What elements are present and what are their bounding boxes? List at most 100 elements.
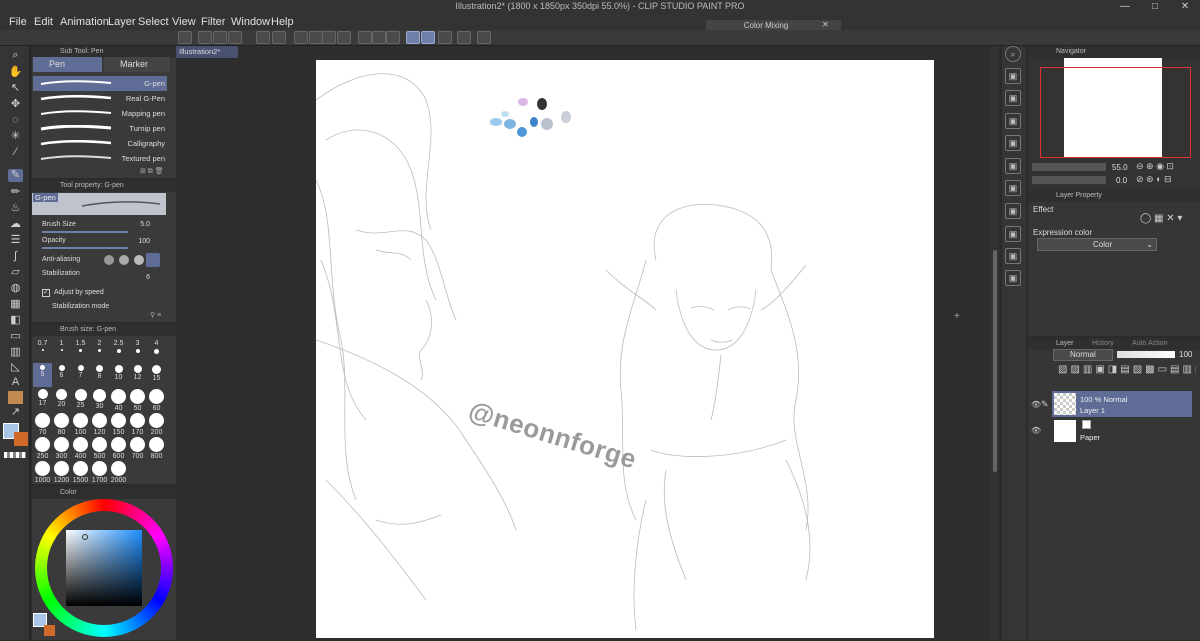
material-3d-icon[interactable]: ▣ [1005, 180, 1021, 196]
brush-size-cell[interactable]: 200 [147, 411, 166, 436]
antialias-weak-icon[interactable] [119, 255, 129, 265]
adjust-speed-checkbox[interactable]: ✓ [42, 289, 50, 297]
eyedropper-icon[interactable]: ⁄ [8, 146, 23, 159]
color-picker-cursor[interactable] [82, 534, 88, 540]
saturation-value-square[interactable] [66, 530, 142, 606]
brush-size-cell[interactable]: 600 [109, 435, 128, 460]
save-icon[interactable] [213, 31, 227, 44]
layer-visibility-eye-icon[interactable]: 👁 [1031, 400, 1041, 409]
brush-size-cell[interactable]: 12 [128, 363, 147, 387]
gradient-tool-icon[interactable]: ◧ [8, 314, 23, 327]
brush-size-cell[interactable]: 8 [90, 363, 109, 387]
fill-tool-icon[interactable]: ▦ [8, 298, 23, 311]
fill-icon[interactable] [322, 31, 336, 44]
effect-icons[interactable]: ◯ ▦ ✕ ▾ [1140, 213, 1182, 224]
snap-grid-icon[interactable] [438, 31, 452, 44]
paper-visibility-eye-icon[interactable]: 👁 [1031, 426, 1041, 435]
undo-icon[interactable] [256, 31, 270, 44]
material-icon[interactable]: ▣ [1005, 68, 1021, 84]
tab-marker[interactable]: Marker [104, 57, 170, 72]
blend-tool-icon[interactable]: ◍ [8, 282, 23, 295]
brush-size-cell[interactable]: 30 [90, 387, 109, 411]
operation-tool-icon[interactable]: ↖ [8, 82, 23, 95]
drawing-canvas[interactable] [315, 60, 934, 638]
brush-size-cell[interactable]: 50 [128, 387, 147, 412]
brush-size-cell[interactable]: 100 [71, 411, 90, 436]
menu-filter[interactable]: Filter [201, 16, 225, 28]
settings-icon[interactable] [457, 31, 471, 44]
invert-selection-icon[interactable] [372, 31, 386, 44]
brush-size-cell[interactable]: 3 [128, 339, 147, 363]
brush-size-cell[interactable]: 1500 [71, 459, 90, 483]
eraser-tool-icon[interactable]: ▱ [8, 266, 23, 279]
brush-size-slider[interactable] [42, 231, 128, 233]
deselect-icon[interactable] [358, 31, 372, 44]
brush-size-cell[interactable]: 4 [147, 339, 166, 363]
menu-select[interactable]: Select [138, 16, 169, 28]
document-tab[interactable]: Illustration2* [176, 46, 238, 58]
brush-size-cell[interactable]: 400 [71, 435, 90, 460]
brush-size-cell[interactable]: 150 [109, 411, 128, 436]
opacity-row[interactable]: Opacity 100 [34, 236, 154, 252]
zoom-controls-icon[interactable]: ⊖ ⊕ ◉ ⊡ [1136, 161, 1174, 172]
rotate-controls-icon[interactable]: ⊘ ⊛ ◐ ⊟ [1136, 174, 1172, 185]
brush-size-cell[interactable]: 800 [147, 435, 166, 460]
brush-size-cell[interactable]: 15 [147, 363, 166, 387]
brush-item-real-g-pen[interactable]: Real G-Pen [33, 91, 167, 106]
brush-item-calligraphy[interactable]: Calligraphy [33, 136, 167, 151]
curve-tool-icon[interactable]: ∫ [8, 250, 23, 263]
stabilization-row[interactable]: Stabilization 6 [34, 270, 154, 286]
frame-tool-icon[interactable]: ▥ [8, 346, 23, 359]
brush-item-mapping-pen[interactable]: Mapping pen [33, 106, 167, 121]
brush-size-cell[interactable]: 10 [109, 363, 128, 387]
antialias-strong-icon[interactable] [146, 253, 160, 267]
close-button[interactable]: ✕ [1170, 0, 1200, 14]
brush-size-cell[interactable]: 120 [90, 411, 109, 436]
brush-size-cell[interactable]: 1 [52, 339, 71, 363]
brush-size-cell[interactable]: 25 [71, 387, 90, 411]
open-file-icon[interactable] [198, 31, 212, 44]
brush-size-cell[interactable]: 5 [33, 363, 52, 387]
material-image-icon[interactable]: ▣ [1005, 158, 1021, 174]
brush-size-cell[interactable]: 17 [33, 387, 52, 411]
search-icon[interactable]: ⌕ [1005, 46, 1021, 62]
airbrush-tool-icon[interactable]: ☁ [8, 218, 23, 231]
pencil-tool-icon[interactable]: ✏ [8, 186, 23, 199]
brush-size-cell[interactable]: 60 [147, 387, 166, 412]
transform-icon[interactable] [337, 31, 351, 44]
brush-size-cell[interactable]: 2 [90, 339, 109, 363]
brush-size-cell[interactable]: 300 [52, 435, 71, 460]
menu-view[interactable]: View [172, 16, 196, 28]
stab-mode-row[interactable]: Stabilization mode [34, 302, 154, 312]
transparent-color-swatch[interactable] [4, 452, 26, 458]
pen-tool-icon[interactable]: ✎ [8, 169, 23, 182]
brush-size-cell[interactable]: 500 [90, 435, 109, 460]
brush-size-cell[interactable]: 20 [52, 387, 71, 411]
balloon-tool-icon[interactable] [8, 391, 23, 404]
brush-size-cell[interactable]: 40 [109, 387, 128, 412]
menu-file[interactable]: File [9, 16, 27, 28]
brush-item-turnip-pen[interactable]: Turnip pen [33, 121, 167, 136]
menu-animation[interactable]: Animation [60, 16, 109, 28]
layer-row[interactable]: Paper [1052, 418, 1192, 444]
brush-size-cell[interactable]: 2.5 [109, 339, 128, 363]
brush-size-cell[interactable]: 70 [33, 411, 52, 436]
material-all-icon[interactable]: ▣ [1005, 270, 1021, 286]
material-effect-icon[interactable]: ▣ [1005, 248, 1021, 264]
clear-outside-icon[interactable] [309, 31, 323, 44]
tab-auto-action[interactable]: Auto Action [1132, 338, 1167, 350]
menu-edit[interactable]: Edit [34, 16, 53, 28]
maximize-button[interactable]: □ [1140, 0, 1170, 14]
brush-size-cell[interactable]: 700 [128, 435, 147, 460]
material-monochrome-icon[interactable]: ▣ [1005, 90, 1021, 106]
tab-pen[interactable]: Pen [33, 57, 102, 72]
clear-icon[interactable] [294, 31, 308, 44]
zoom-tool-icon[interactable]: ⌕ [8, 49, 23, 62]
navigator-viewport-frame[interactable] [1040, 67, 1191, 158]
brush-size-cell[interactable]: 0.7 [33, 339, 52, 363]
new-file-icon[interactable] [178, 31, 192, 44]
snap-ruler-icon[interactable] [406, 31, 420, 44]
material-color-icon[interactable]: ▣ [1005, 113, 1021, 129]
magic-wand-icon[interactable]: ✳ [8, 130, 23, 143]
layer-opacity-slider[interactable] [1117, 351, 1175, 358]
